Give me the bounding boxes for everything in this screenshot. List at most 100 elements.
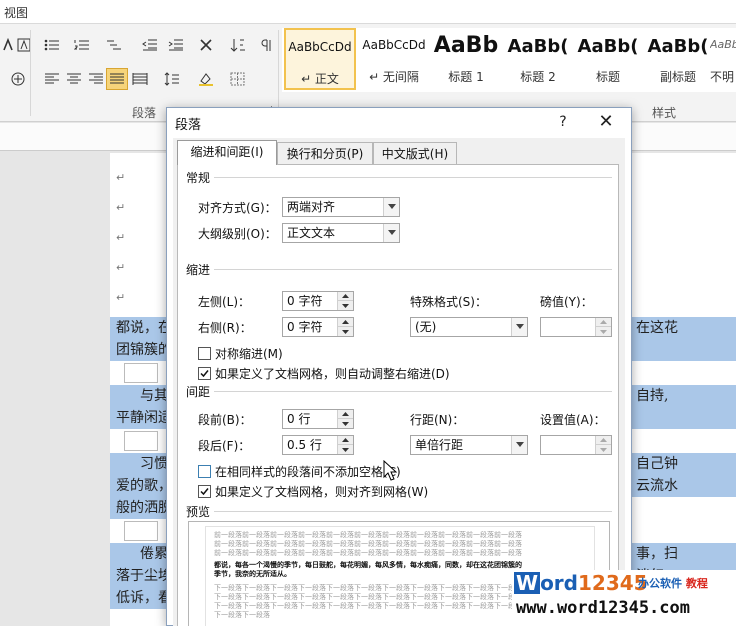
char-border-icon[interactable]: [14, 36, 34, 54]
justify-icon[interactable]: [106, 68, 128, 90]
line-spacing-select[interactable]: 单倍行距: [410, 435, 528, 455]
spin-down-icon[interactable]: [596, 445, 611, 454]
style-sample: AaBbCcDd: [288, 40, 352, 54]
mirror-indents-checkbox[interactable]: 对称缩进(M): [198, 345, 283, 361]
dialog-titlebar[interactable]: 段落 ? ✕: [167, 108, 631, 138]
spin-down-icon[interactable]: [596, 327, 611, 336]
tab-asian-typography[interactable]: 中文版式(H): [373, 142, 457, 164]
group-label-styles: 样式: [652, 106, 677, 120]
section-divider: [188, 269, 612, 270]
sort-icon[interactable]: [228, 36, 248, 54]
style-no-spacing[interactable]: AaBbCcDd ↵ 无间隔: [358, 28, 430, 90]
decrease-indent-icon[interactable]: [140, 36, 160, 54]
spin-up-icon[interactable]: [338, 292, 353, 301]
dialog-body: 缩进和间距(I) 换行和分页(P) 中文版式(H) 常规 对齐方式(G)： 两端…: [173, 138, 625, 626]
spin-down-icon[interactable]: [338, 301, 353, 310]
style-name: 标题: [595, 70, 620, 84]
doc-text-line: 自持,: [632, 385, 736, 407]
style-sample: AaBbC: [710, 38, 736, 51]
mirror-indents-label: 对称缩进(M): [215, 346, 283, 361]
style-normal[interactable]: AaBbCcDd ↵ 正文: [284, 28, 356, 90]
checkbox-box[interactable]: [198, 484, 211, 498]
doc-text-line: 自己钟: [632, 453, 736, 475]
checkbox-box[interactable]: [198, 366, 211, 380]
menu-tab-view[interactable]: 视图: [4, 4, 28, 21]
shading-icon[interactable]: [196, 70, 216, 88]
bullets-icon[interactable]: [42, 36, 62, 54]
chinese-layout-icon[interactable]: [196, 36, 216, 54]
indent-by-input[interactable]: [540, 317, 612, 337]
numbering-icon[interactable]: [72, 36, 92, 54]
tab-line-page-breaks[interactable]: 换行和分页(P): [277, 142, 373, 164]
style-subtle[interactable]: AaBbC 不明: [710, 28, 736, 90]
doc-text-line: 倦累: [110, 543, 166, 565]
doc-text-line: [632, 407, 736, 429]
align-center-icon[interactable]: [64, 70, 84, 88]
tab-panel: 常规 对齐方式(G)： 两端对齐 大纲级别(O)： 正文文本 缩进 左侧(L)：…: [177, 164, 619, 626]
alignment-select[interactable]: 两端对齐: [282, 197, 400, 217]
checkbox-box[interactable]: [198, 464, 211, 478]
auto-adjust-right-indent-checkbox[interactable]: 如果定义了文档网格，则自动调整右缩进(D): [198, 365, 450, 381]
outline-level-value: 正文文本: [287, 226, 336, 240]
style-title[interactable]: AaBb( 标题: [572, 28, 644, 90]
alignment-value: 两端对齐: [287, 200, 336, 214]
special-indent-value: (无): [415, 320, 437, 334]
spin-up-icon[interactable]: [338, 436, 353, 445]
indent-right-input[interactable]: 0 字符: [282, 317, 354, 337]
no-space-same-style-checkbox[interactable]: 在相同样式的段落间不添加空格(C): [198, 463, 401, 479]
show-marks-icon[interactable]: [256, 36, 276, 54]
indent-left-label: 左侧(L)：: [198, 295, 251, 309]
paragraph-mark: ↵: [116, 201, 126, 214]
indent-left-input[interactable]: 0 字符: [282, 291, 354, 311]
special-indent-select[interactable]: (无): [410, 317, 528, 337]
site-watermark: Word 12345 办公软件 教程 www.word12345.com: [512, 570, 736, 626]
spin-down-icon[interactable]: [338, 327, 353, 336]
borders-icon[interactable]: [228, 70, 248, 88]
indent-right-label: 右侧(R)：: [198, 321, 252, 335]
paragraph-mark: ↵: [116, 291, 126, 304]
watermark-url: www.word12345.com: [516, 598, 690, 618]
align-right-icon[interactable]: [86, 70, 106, 88]
help-button[interactable]: ?: [551, 110, 575, 134]
indent-by-label: 磅值(Y)：: [540, 295, 593, 309]
phonetic-icon[interactable]: [8, 70, 28, 88]
distributed-icon[interactable]: [130, 70, 150, 88]
indent-right-value: 0 字符: [287, 320, 323, 334]
snap-to-grid-checkbox[interactable]: 如果定义了文档网格，则对齐到网格(W): [198, 483, 428, 499]
logo-text-ord: ord: [540, 571, 578, 595]
chevron-down-icon[interactable]: [511, 436, 527, 454]
line-spacing-icon[interactable]: [162, 70, 182, 88]
checkbox-box[interactable]: [198, 346, 211, 360]
spin-down-icon[interactable]: [338, 419, 353, 428]
space-after-input[interactable]: 0.5 行: [282, 435, 354, 455]
space-before-input[interactable]: 0 行: [282, 409, 354, 429]
increase-indent-icon[interactable]: [166, 36, 186, 54]
chevron-down-icon[interactable]: [511, 318, 527, 336]
chevron-down-icon[interactable]: [383, 224, 399, 242]
spin-down-icon[interactable]: [338, 445, 353, 454]
outline-level-select[interactable]: 正文文本: [282, 223, 400, 243]
style-heading-2[interactable]: AaBb( 标题 2: [502, 28, 574, 90]
ribbon: 视图 段落 样式 AaBbCcDd ↵ 正文 AaBbCcDd ↵ 无间隔 Aa…: [0, 0, 736, 122]
watermark-tagline-a: 办公软件: [638, 577, 682, 590]
spin-up-icon[interactable]: [338, 410, 353, 419]
preview-sample-para: 都说，每各一个渴慢的季节，每日鼓舵，每花明媚，每风多情，每水痴痛，同数，却在这花…: [214, 561, 522, 569]
checkmark-icon: [200, 369, 209, 377]
multilevel-list-icon[interactable]: [104, 36, 124, 54]
spacing-at-input[interactable]: [540, 435, 612, 455]
space-after-value: 0.5 行: [287, 438, 322, 452]
section-divider: [188, 177, 612, 178]
spin-up-icon[interactable]: [596, 318, 611, 327]
spin-up-icon[interactable]: [596, 436, 611, 445]
space-before-value: 0 行: [287, 412, 311, 426]
style-subtitle[interactable]: AaBb( 副标题: [642, 28, 714, 90]
tab-indents-spacing[interactable]: 缩进和间距(I): [177, 140, 277, 165]
chevron-down-icon[interactable]: [383, 198, 399, 216]
close-button[interactable]: ✕: [591, 110, 621, 134]
doc-text-line: 都说，在: [110, 317, 166, 339]
spin-up-icon[interactable]: [338, 318, 353, 327]
style-heading-1[interactable]: AaBb 标题 1: [430, 28, 502, 90]
align-left-icon[interactable]: [42, 70, 62, 88]
group-label-paragraph: 段落: [132, 106, 157, 120]
menu-strip: 视图: [0, 0, 736, 24]
